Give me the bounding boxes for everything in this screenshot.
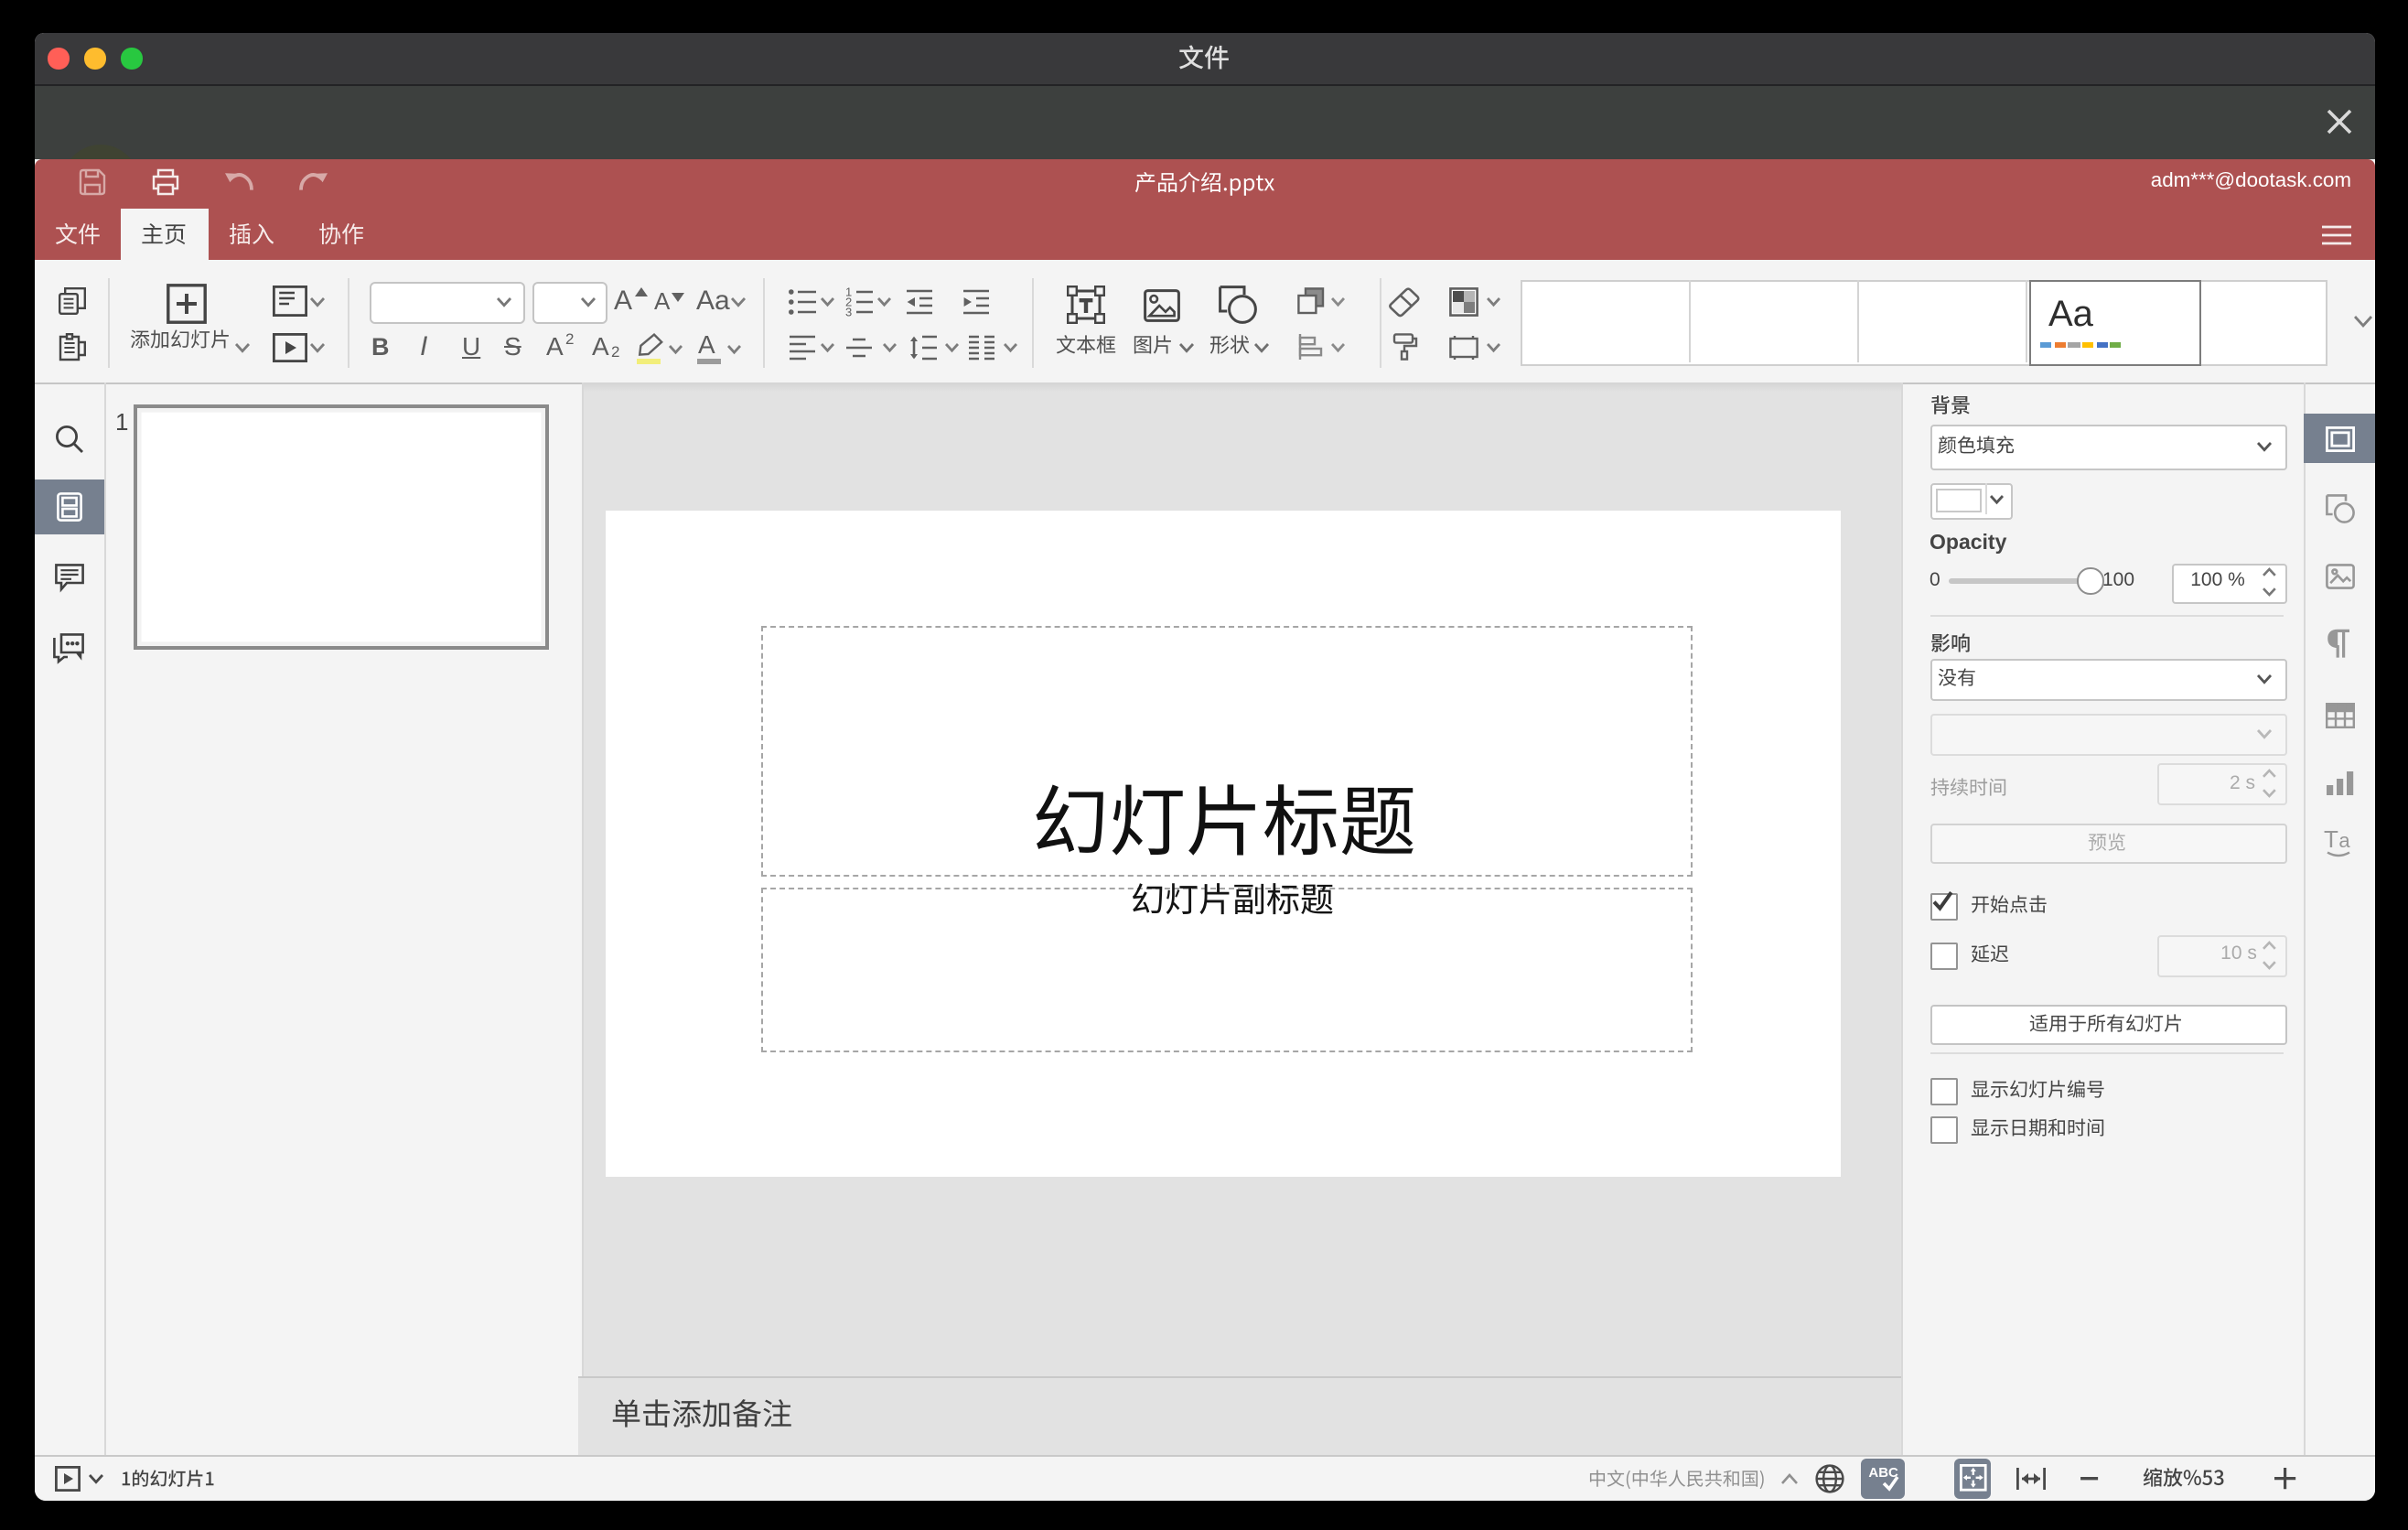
- svg-text:ABC: ABC: [1867, 1464, 1897, 1480]
- svg-text:a: a: [2338, 829, 2349, 852]
- svg-text:3: 3: [844, 305, 851, 318]
- svg-text:T: T: [2323, 825, 2338, 853]
